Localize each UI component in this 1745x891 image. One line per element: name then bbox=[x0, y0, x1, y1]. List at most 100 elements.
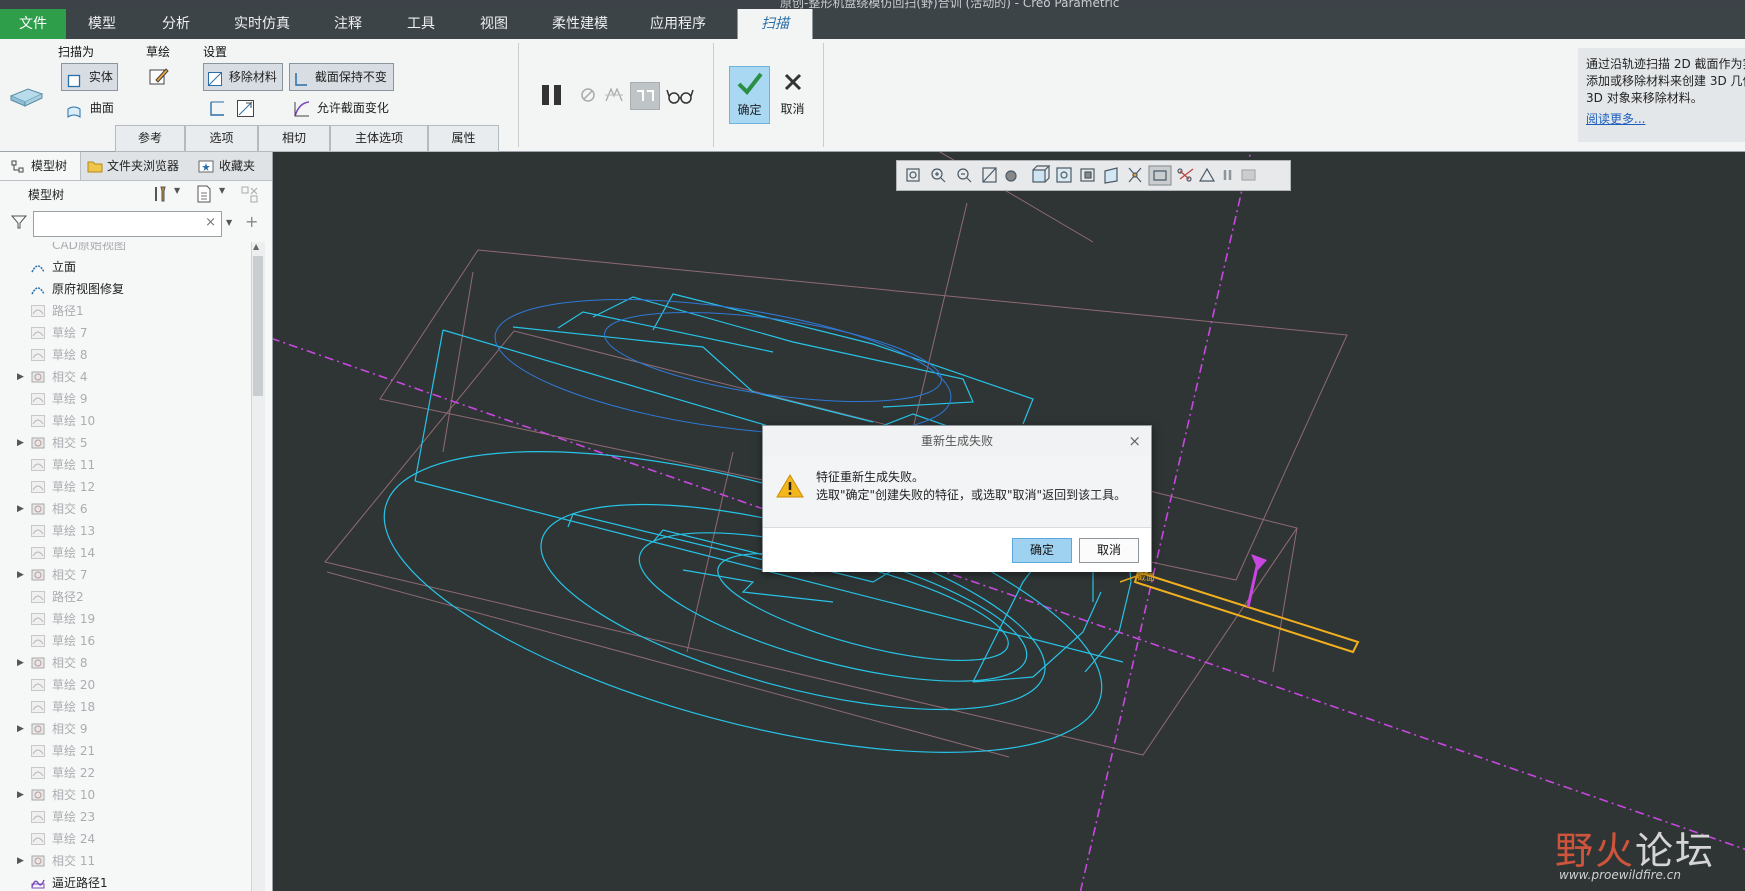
tree-row[interactable]: 草绘 14 bbox=[0, 542, 250, 564]
expand-arrow-icon[interactable]: ▶ bbox=[17, 432, 24, 454]
constant-section-icon bbox=[293, 70, 309, 86]
tree-row[interactable]: ▶ 相交 10 bbox=[0, 784, 250, 806]
verify-preview-icon[interactable] bbox=[630, 82, 660, 110]
tree-row[interactable]: 原府视图修复 bbox=[0, 278, 250, 300]
tree-item-label: 相交 7 bbox=[52, 568, 88, 582]
tree-row[interactable]: 立面 bbox=[0, 256, 250, 278]
subtab-tangency[interactable]: 相切 bbox=[258, 125, 330, 152]
thicken-icon[interactable] bbox=[209, 100, 226, 117]
tab-annotate[interactable]: 注释 bbox=[310, 9, 386, 39]
surface-button[interactable]: 曲面 bbox=[61, 95, 114, 121]
tab-favorites[interactable]: 收藏夹 bbox=[196, 152, 272, 180]
expand-arrow-icon[interactable]: ▶ bbox=[17, 366, 24, 388]
remove-material-button[interactable]: 移除材料 bbox=[203, 63, 283, 91]
allow-section-change-button[interactable]: 允许截面变化 bbox=[293, 95, 389, 121]
pause-icon[interactable] bbox=[539, 82, 565, 108]
tree-item-label: CAD原始视图 bbox=[52, 242, 126, 252]
model-tree-scrollbar[interactable]: ▲ bbox=[251, 242, 265, 891]
tree-row[interactable]: ▶ 相交 9 bbox=[0, 718, 250, 740]
tree-filter-settings-icon[interactable] bbox=[240, 185, 260, 205]
expand-arrow-icon[interactable]: ▶ bbox=[17, 850, 24, 872]
tab-tools[interactable]: 工具 bbox=[386, 9, 456, 39]
subtab-references[interactable]: 参考 bbox=[115, 125, 185, 152]
expand-arrow-icon[interactable]: ▶ bbox=[17, 784, 24, 806]
tree-row[interactable]: 草绘 8 bbox=[0, 344, 250, 366]
tab-analysis[interactable]: 分析 bbox=[138, 9, 214, 39]
tab-live-simulation[interactable]: 实时仿真 bbox=[214, 9, 310, 39]
tree-row[interactable]: 草绘 11 bbox=[0, 454, 250, 476]
tab-model-tree[interactable]: 模型树 bbox=[0, 152, 81, 180]
surface-icon bbox=[66, 102, 82, 118]
folder-icon bbox=[87, 161, 103, 173]
tree-row[interactable]: 路径1 bbox=[0, 300, 250, 322]
tab-file[interactable]: 文件 bbox=[0, 9, 66, 39]
tree-row[interactable]: ▶ 相交 11 bbox=[0, 850, 250, 872]
tree-row[interactable]: 草绘 13 bbox=[0, 520, 250, 542]
tree-row[interactable]: 草绘 9 bbox=[0, 388, 250, 410]
tree-row[interactable]: 逼近路径1 bbox=[0, 872, 250, 891]
confirm-button[interactable]: 确定 bbox=[729, 66, 770, 124]
expand-arrow-icon[interactable]: ▶ bbox=[17, 564, 24, 586]
repaint-icon bbox=[982, 167, 997, 183]
expand-arrow-icon[interactable]: ▶ bbox=[17, 718, 24, 740]
tree-row[interactable]: 草绘 7 bbox=[0, 322, 250, 344]
chevron-down-icon[interactable]: ▼ bbox=[174, 186, 180, 195]
cancel-button[interactable]: 取消 bbox=[773, 66, 812, 122]
tree-row[interactable]: 草绘 22 bbox=[0, 762, 250, 784]
tree-row[interactable]: ▶ 相交 7 bbox=[0, 564, 250, 586]
clear-search-icon[interactable]: × bbox=[205, 215, 216, 230]
path-icon bbox=[31, 879, 45, 889]
tree-row[interactable]: ▶ 相交 5 bbox=[0, 432, 250, 454]
dialog-cancel-button[interactable]: 取消 bbox=[1079, 538, 1139, 563]
tab-view[interactable]: 视图 bbox=[456, 9, 532, 39]
filter-icon[interactable] bbox=[10, 214, 28, 230]
chevron-down-icon[interactable]: ▼ bbox=[219, 186, 225, 195]
model-tree-list: CAD原始视图 立面 原府视图修复 路径1 草绘 7 草绘 8 ▶ 相交 4 草绘 9 草绘 1… bbox=[0, 242, 250, 891]
separate-preview-icon[interactable] bbox=[603, 84, 625, 106]
glasses-preview-icon[interactable] bbox=[666, 84, 694, 106]
tab-applications[interactable]: 应用程序 bbox=[628, 9, 728, 39]
scrollbar-thumb[interactable] bbox=[253, 256, 263, 396]
merge-ends-icon[interactable] bbox=[236, 99, 255, 118]
tree-row[interactable]: 草绘 10 bbox=[0, 410, 250, 432]
tree-row[interactable]: 草绘 20 bbox=[0, 674, 250, 696]
scroll-up-icon[interactable]: ▲ bbox=[253, 242, 259, 251]
tab-flexible-modeling[interactable]: 柔性建模 bbox=[532, 9, 628, 39]
tree-item-label: 草绘 22 bbox=[52, 766, 96, 780]
tree-row[interactable]: ▶ 相交 6 bbox=[0, 498, 250, 520]
subtab-properties[interactable]: 属性 bbox=[428, 125, 499, 152]
tree-row[interactable]: 草绘 24 bbox=[0, 828, 250, 850]
chevron-down-icon[interactable]: ▼ bbox=[226, 218, 232, 227]
tree-row[interactable]: 路径2 bbox=[0, 586, 250, 608]
subtab-options[interactable]: 选项 bbox=[185, 125, 258, 152]
tree-row[interactable]: ▶ 相交 8 bbox=[0, 652, 250, 674]
tree-row[interactable]: 草绘 18 bbox=[0, 696, 250, 718]
show-options-icon[interactable] bbox=[196, 185, 212, 203]
tree-row[interactable]: 草绘 12 bbox=[0, 476, 250, 498]
tree-row[interactable]: 草绘 23 bbox=[0, 806, 250, 828]
add-icon[interactable]: + bbox=[245, 212, 258, 231]
read-more-link[interactable]: 阅读更多... bbox=[1578, 111, 1745, 128]
sketch-icon bbox=[31, 327, 45, 339]
tree-icon bbox=[11, 160, 24, 173]
sketch-icon bbox=[31, 833, 45, 845]
tree-item-label: 草绘 23 bbox=[52, 810, 96, 824]
tab-sweep[interactable]: 扫描 bbox=[737, 9, 813, 39]
solid-button[interactable]: 实体 bbox=[61, 63, 118, 91]
tree-row[interactable]: 草绘 21 bbox=[0, 740, 250, 762]
expand-arrow-icon[interactable]: ▶ bbox=[17, 652, 24, 674]
dialog-ok-button[interactable]: 确定 bbox=[1012, 538, 1072, 563]
tree-row[interactable]: ▶ 相交 4 bbox=[0, 366, 250, 388]
settings-tools-icon[interactable] bbox=[152, 185, 170, 203]
tree-row[interactable]: 草绘 16 bbox=[0, 630, 250, 652]
sketch-icon[interactable] bbox=[148, 66, 170, 88]
dialog-close-icon[interactable]: × bbox=[1128, 426, 1141, 457]
tab-folder-browser[interactable]: 文件夹浏览器 bbox=[84, 152, 188, 180]
subtab-body-options[interactable]: 主体选项 bbox=[330, 125, 428, 152]
model-tree-search-input[interactable]: × bbox=[33, 211, 222, 237]
no-preview-icon[interactable] bbox=[579, 86, 597, 104]
tree-row[interactable]: 草绘 19 bbox=[0, 608, 250, 630]
constant-section-button[interactable]: 截面保持不变 bbox=[289, 63, 394, 91]
expand-arrow-icon[interactable]: ▶ bbox=[17, 498, 24, 520]
tab-model[interactable]: 模型 bbox=[66, 9, 138, 39]
